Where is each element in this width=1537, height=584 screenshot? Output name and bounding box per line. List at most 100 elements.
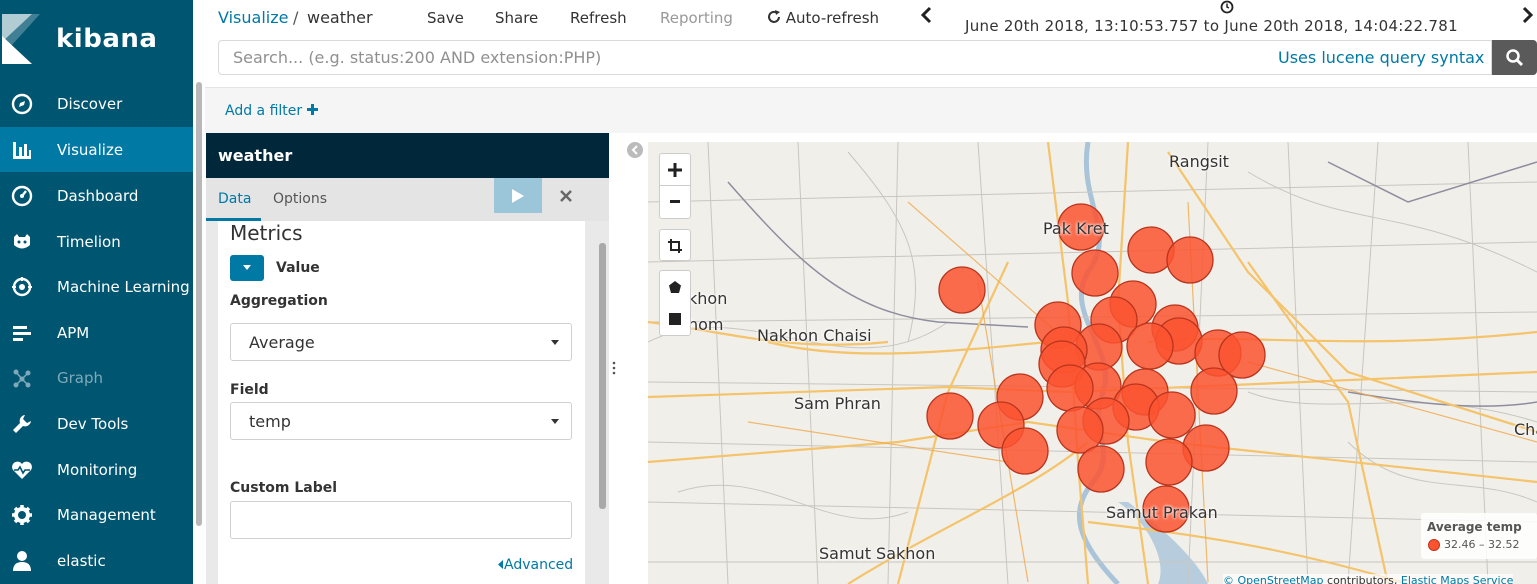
sidebar-item-label: Dashboard bbox=[57, 186, 139, 205]
toggle-metric-button[interactable] bbox=[230, 255, 264, 281]
sidebar-item-timelion[interactable]: Timelion bbox=[0, 219, 193, 264]
tab-data[interactable]: Data bbox=[218, 191, 251, 207]
refresh-icon bbox=[768, 10, 780, 23]
machine-learning-icon bbox=[10, 275, 34, 299]
caret-down-icon bbox=[551, 340, 559, 345]
sidebar-item-visualize[interactable]: Visualize bbox=[0, 127, 193, 172]
wrench-icon bbox=[10, 412, 34, 436]
editor-scrollbar[interactable] bbox=[596, 221, 609, 584]
sidebar-item-label: elastic bbox=[57, 551, 106, 570]
reporting-button[interactable]: Reporting bbox=[660, 9, 733, 27]
ems-link[interactable]: Elastic Maps Service bbox=[1401, 574, 1514, 584]
zoom-in-button[interactable] bbox=[660, 154, 690, 186]
sidebar-item-label: APM bbox=[57, 323, 90, 342]
bar-chart-icon bbox=[10, 138, 34, 162]
minus-icon bbox=[670, 200, 680, 203]
sidebar-item-apm[interactable]: APM bbox=[0, 310, 193, 355]
panel-resize-handle[interactable] bbox=[611, 360, 623, 380]
sidebar-item-graph[interactable]: Graph bbox=[0, 355, 193, 400]
plus-icon bbox=[668, 162, 682, 177]
lucene-syntax-link[interactable]: Uses lucene query syntax bbox=[1278, 48, 1484, 67]
crop-icon bbox=[668, 239, 682, 253]
time-to-word: to bbox=[1203, 17, 1220, 35]
refresh-button[interactable]: Refresh bbox=[570, 9, 627, 27]
apm-icon bbox=[10, 321, 34, 345]
caret-down-icon bbox=[243, 265, 251, 270]
field-label: Field bbox=[230, 382, 269, 398]
field-select[interactable]: temp bbox=[230, 402, 572, 440]
place-label: hom bbox=[688, 315, 724, 334]
sidebar-item-label: Monitoring bbox=[57, 460, 138, 479]
sidebar-item-label: Graph bbox=[57, 368, 104, 387]
coordinate-map[interactable]: Rangsit Pak Kret Nakhon Chaisi Sam Phran… bbox=[648, 142, 1537, 584]
dashboard-icon bbox=[10, 184, 34, 208]
collapse-sidebar-button[interactable] bbox=[627, 142, 643, 158]
breadcrumb-visualize[interactable]: Visualize bbox=[218, 8, 288, 27]
scrollbar-thumb[interactable] bbox=[196, 82, 202, 526]
osm-link[interactable]: © OpenStreetMap bbox=[1223, 574, 1324, 584]
place-label: Sam Phran bbox=[794, 394, 881, 413]
legend-title: Average temp bbox=[1427, 520, 1522, 534]
play-icon bbox=[512, 188, 524, 203]
breadcrumb-current: weather bbox=[307, 8, 373, 27]
apply-changes-button[interactable] bbox=[494, 178, 542, 213]
sidebar-item-discover[interactable]: Discover bbox=[0, 81, 193, 126]
share-button[interactable]: Share bbox=[495, 9, 538, 27]
map-legend: Average temp 32.46 – 32.52 bbox=[1421, 513, 1537, 559]
kibana-logo[interactable]: kibana bbox=[0, 0, 193, 80]
draw-polygon-button[interactable] bbox=[660, 271, 690, 303]
scrollbar-thumb[interactable] bbox=[599, 243, 606, 509]
sidebar-scrollbar[interactable] bbox=[193, 80, 205, 584]
aggregation-value: Average bbox=[249, 333, 315, 352]
fit-bounds-control[interactable] bbox=[659, 229, 691, 261]
search-icon bbox=[1505, 48, 1523, 66]
breadcrumb-separator: / bbox=[293, 8, 299, 27]
timelion-icon bbox=[10, 230, 34, 254]
add-filter-button[interactable]: Add a filter bbox=[225, 103, 318, 119]
sidebar-item-management[interactable]: Management bbox=[0, 492, 193, 537]
draw-rectangle-button[interactable] bbox=[660, 303, 690, 335]
gear-icon bbox=[10, 503, 34, 527]
sidebar-item-label: Machine Learning bbox=[57, 277, 190, 296]
clock-icon bbox=[1220, 0, 1234, 14]
discard-changes-button[interactable] bbox=[556, 186, 576, 206]
metrics-heading: Metrics bbox=[230, 221, 303, 245]
vis-title: weather bbox=[218, 146, 293, 165]
sidebar-item-dashboard[interactable]: Dashboard bbox=[0, 173, 193, 218]
sidebar-item-label: Management bbox=[57, 505, 156, 524]
advanced-toggle[interactable]: Advanced bbox=[498, 557, 573, 573]
sidebar-item-label: Dev Tools bbox=[57, 414, 129, 433]
aggregation-label: Aggregation bbox=[230, 293, 328, 309]
place-label: khon bbox=[688, 289, 728, 308]
aggregation-select[interactable]: Average bbox=[230, 323, 572, 361]
time-back-button[interactable] bbox=[920, 6, 932, 28]
time-from: June 20th 2018, 13:10:53.757 bbox=[965, 17, 1199, 35]
sidebar-item-monitoring[interactable]: Monitoring bbox=[0, 447, 193, 492]
sidebar-item-machine-learning[interactable]: Machine Learning bbox=[0, 264, 193, 309]
attribution-text: contributors, bbox=[1327, 574, 1398, 584]
place-label: Rangsit bbox=[1169, 152, 1229, 171]
field-value: temp bbox=[249, 412, 291, 431]
tab-options[interactable]: Options bbox=[273, 191, 327, 207]
legend-swatch bbox=[1428, 539, 1440, 551]
save-button[interactable]: Save bbox=[427, 9, 464, 27]
place-label: Pak Kret bbox=[1043, 219, 1109, 238]
sidebar-item-dev-tools[interactable]: Dev Tools bbox=[0, 401, 193, 446]
vis-editor-body: Metrics Value Aggregation Average Field … bbox=[206, 221, 609, 584]
map-tiles bbox=[648, 142, 1537, 584]
sidebar-item-label: Visualize bbox=[57, 140, 124, 159]
custom-label-input[interactable] bbox=[230, 501, 572, 539]
time-forward-button[interactable] bbox=[1522, 6, 1534, 28]
search-button[interactable] bbox=[1492, 40, 1537, 75]
zoom-out-button[interactable] bbox=[660, 186, 690, 218]
fit-data-bounds-button[interactable] bbox=[660, 230, 690, 262]
sidebar-item-user[interactable]: elastic bbox=[0, 538, 193, 583]
close-icon bbox=[560, 190, 572, 202]
auto-refresh-button[interactable]: Auto-refresh bbox=[767, 9, 879, 27]
time-to: June 20th 2018, 14:04:22.781 bbox=[1224, 17, 1458, 35]
sidebar-item-label: Discover bbox=[57, 94, 123, 113]
chevron-left-icon bbox=[631, 145, 638, 155]
user-icon bbox=[10, 549, 34, 573]
sidebar: kibana Discover Visualize Dashboard Time… bbox=[0, 0, 193, 584]
time-range-picker[interactable]: June 20th 2018, 13:10:53.757 to June 20t… bbox=[965, 17, 1458, 35]
